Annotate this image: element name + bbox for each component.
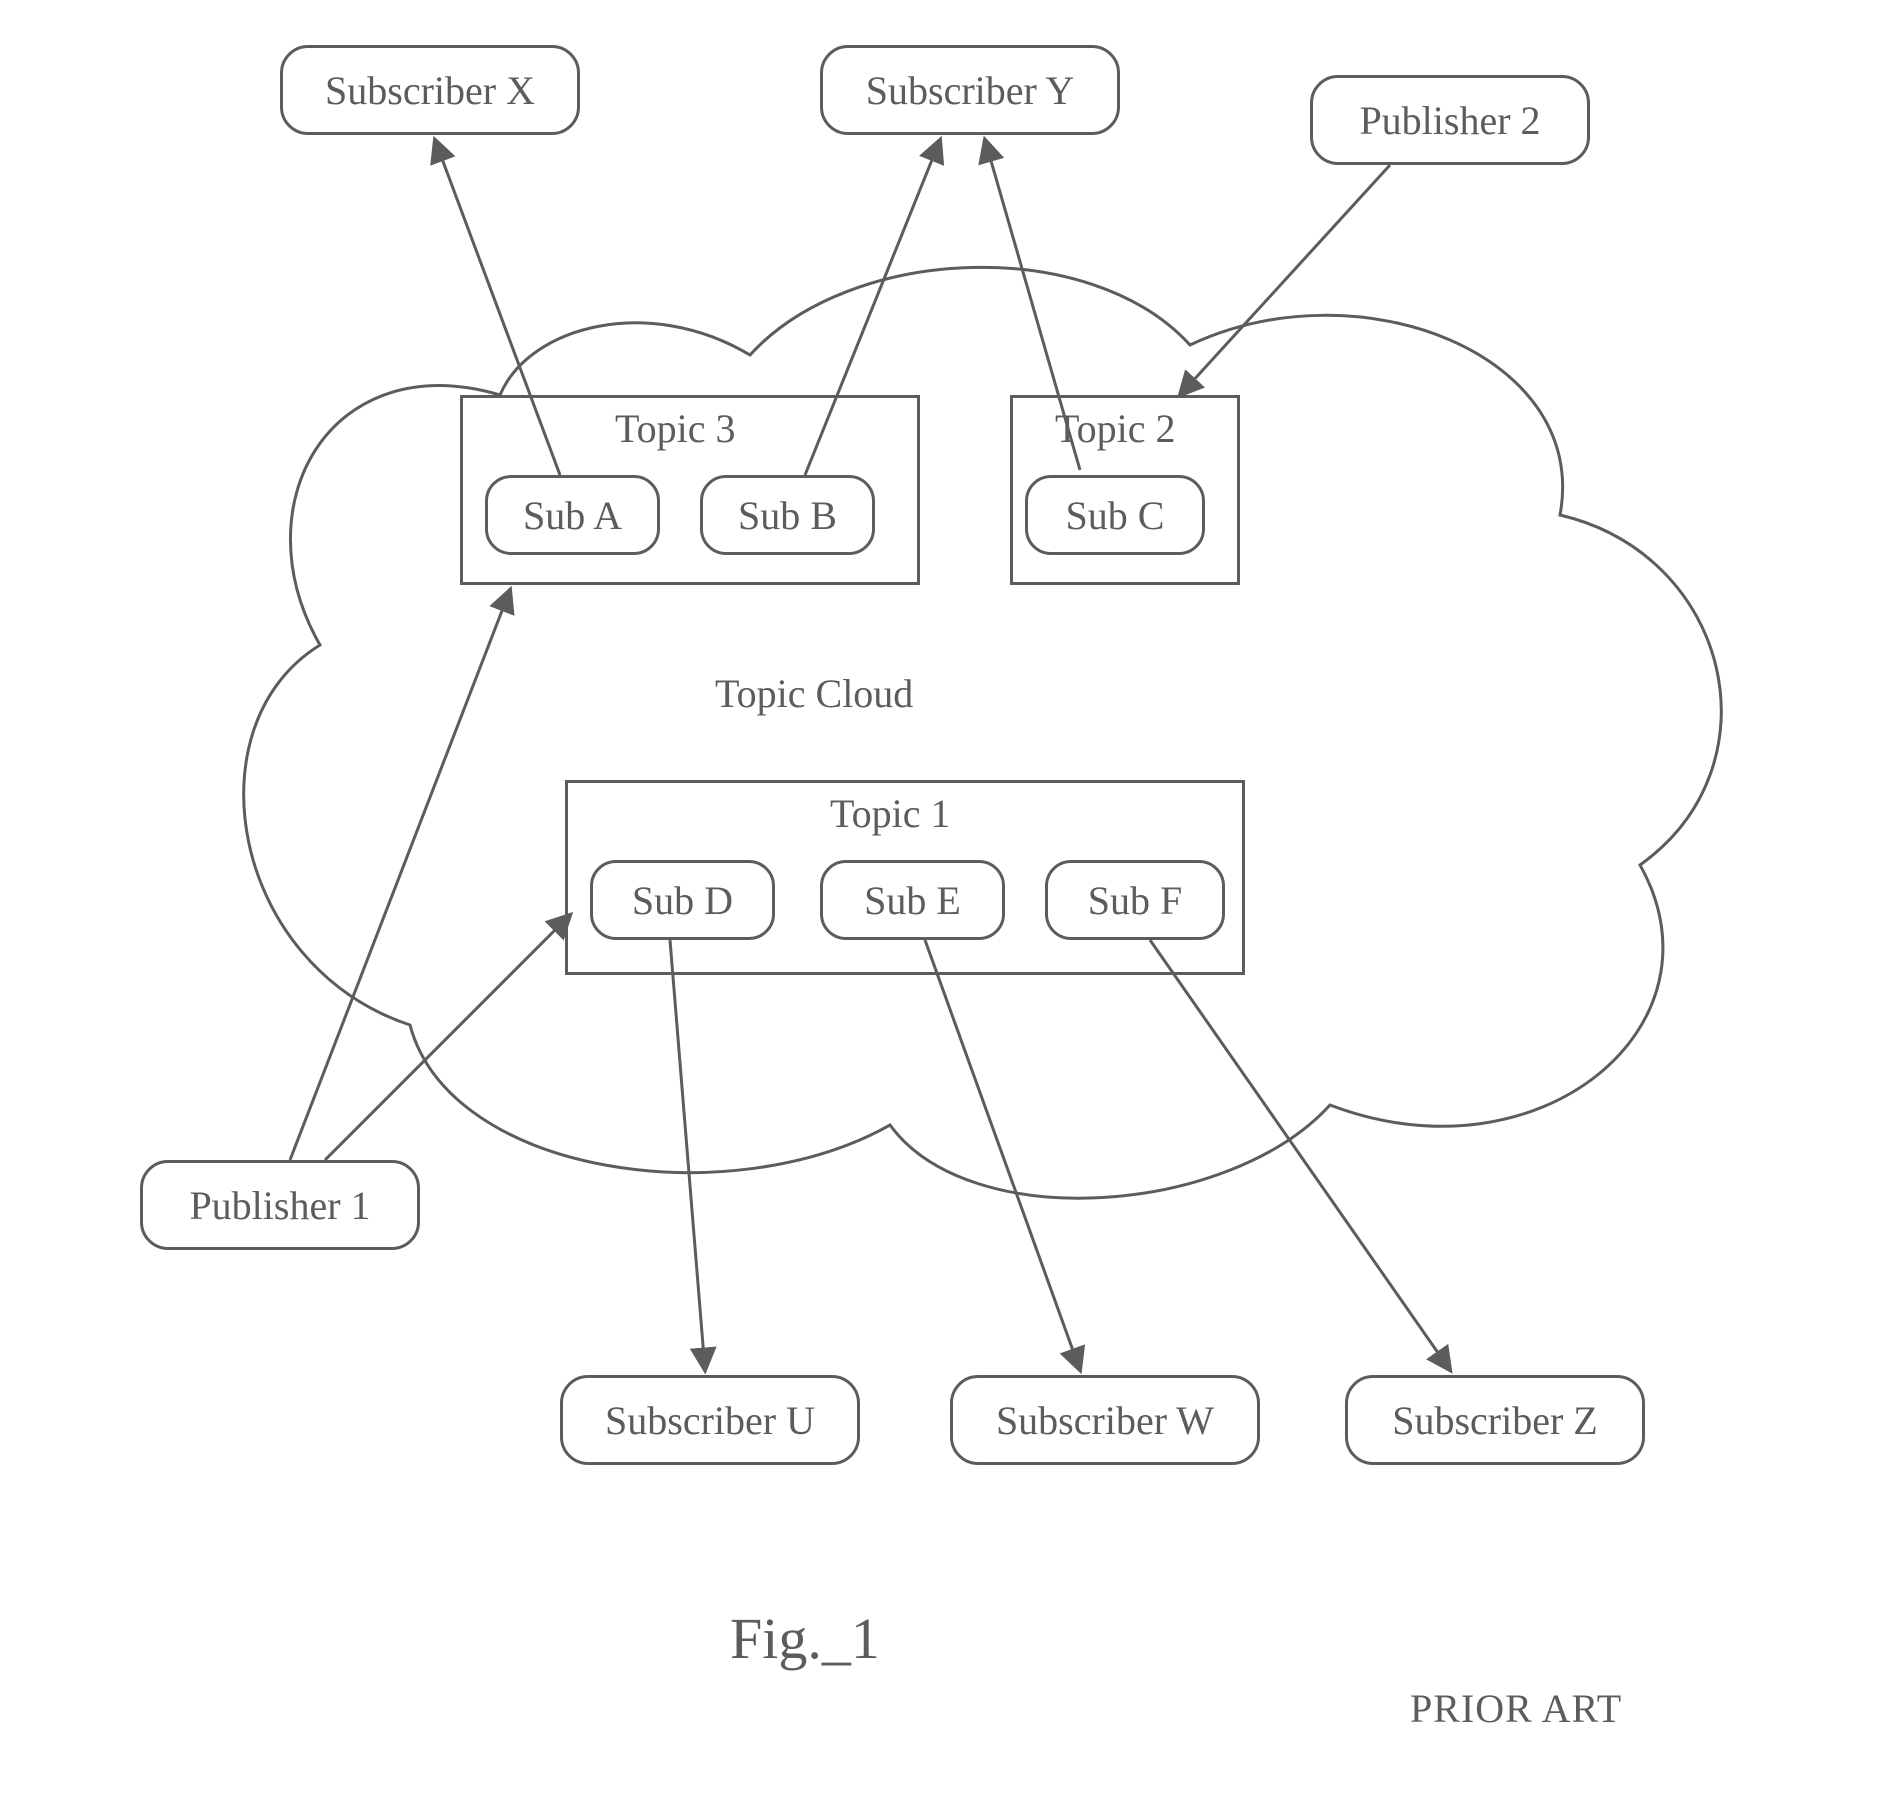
node-publisher-1: Publisher 1 [140,1160,420,1250]
node-subscriber-y: Subscriber Y [820,45,1120,135]
arrow-subf-subz [1150,940,1450,1370]
figure-note: PRIOR ART [1410,1685,1622,1732]
sub-f-label: Sub F [1088,877,1183,924]
sub-b-label: Sub B [738,492,837,539]
sub-e-pill: Sub E [820,860,1005,940]
sub-d-pill: Sub D [590,860,775,940]
topic-cloud-label: Topic Cloud [715,670,913,717]
label-subscriber-z: Subscriber Z [1392,1397,1598,1444]
sub-a-label: Sub A [523,492,622,539]
figure-caption: Fig._1 [730,1605,880,1672]
node-subscriber-z: Subscriber Z [1345,1375,1645,1465]
sub-c-label: Sub C [1066,492,1165,539]
topic3-label: Topic 3 [615,405,736,452]
sub-e-label: Sub E [864,877,961,924]
diagram-canvas: Subscriber X Subscriber Y Publisher 2 To… [140,45,1760,1785]
arrow-pub1-topic1 [325,915,570,1160]
arrow-sube-subw [925,940,1080,1370]
sub-f-pill: Sub F [1045,860,1225,940]
node-publisher-2: Publisher 2 [1310,75,1590,165]
arrow-pub1-topic3 [290,590,510,1160]
arrow-subd-subu [670,940,705,1370]
label-publisher-2: Publisher 2 [1359,97,1540,144]
label-subscriber-y: Subscriber Y [866,67,1074,114]
arrow-pub2-topic2 [1180,165,1390,395]
label-subscriber-x: Subscriber X [325,67,535,114]
node-subscriber-x: Subscriber X [280,45,580,135]
topic1-label: Topic 1 [830,790,951,837]
topic2-label: Topic 2 [1055,405,1176,452]
label-subscriber-w: Subscriber W [996,1397,1214,1444]
topic-cloud-shape [210,205,1730,1235]
sub-c-pill: Sub C [1025,475,1205,555]
sub-d-label: Sub D [632,877,733,924]
label-subscriber-u: Subscriber U [605,1397,815,1444]
node-subscriber-w: Subscriber W [950,1375,1260,1465]
sub-a-pill: Sub A [485,475,660,555]
label-publisher-1: Publisher 1 [189,1182,370,1229]
sub-b-pill: Sub B [700,475,875,555]
node-subscriber-u: Subscriber U [560,1375,860,1465]
